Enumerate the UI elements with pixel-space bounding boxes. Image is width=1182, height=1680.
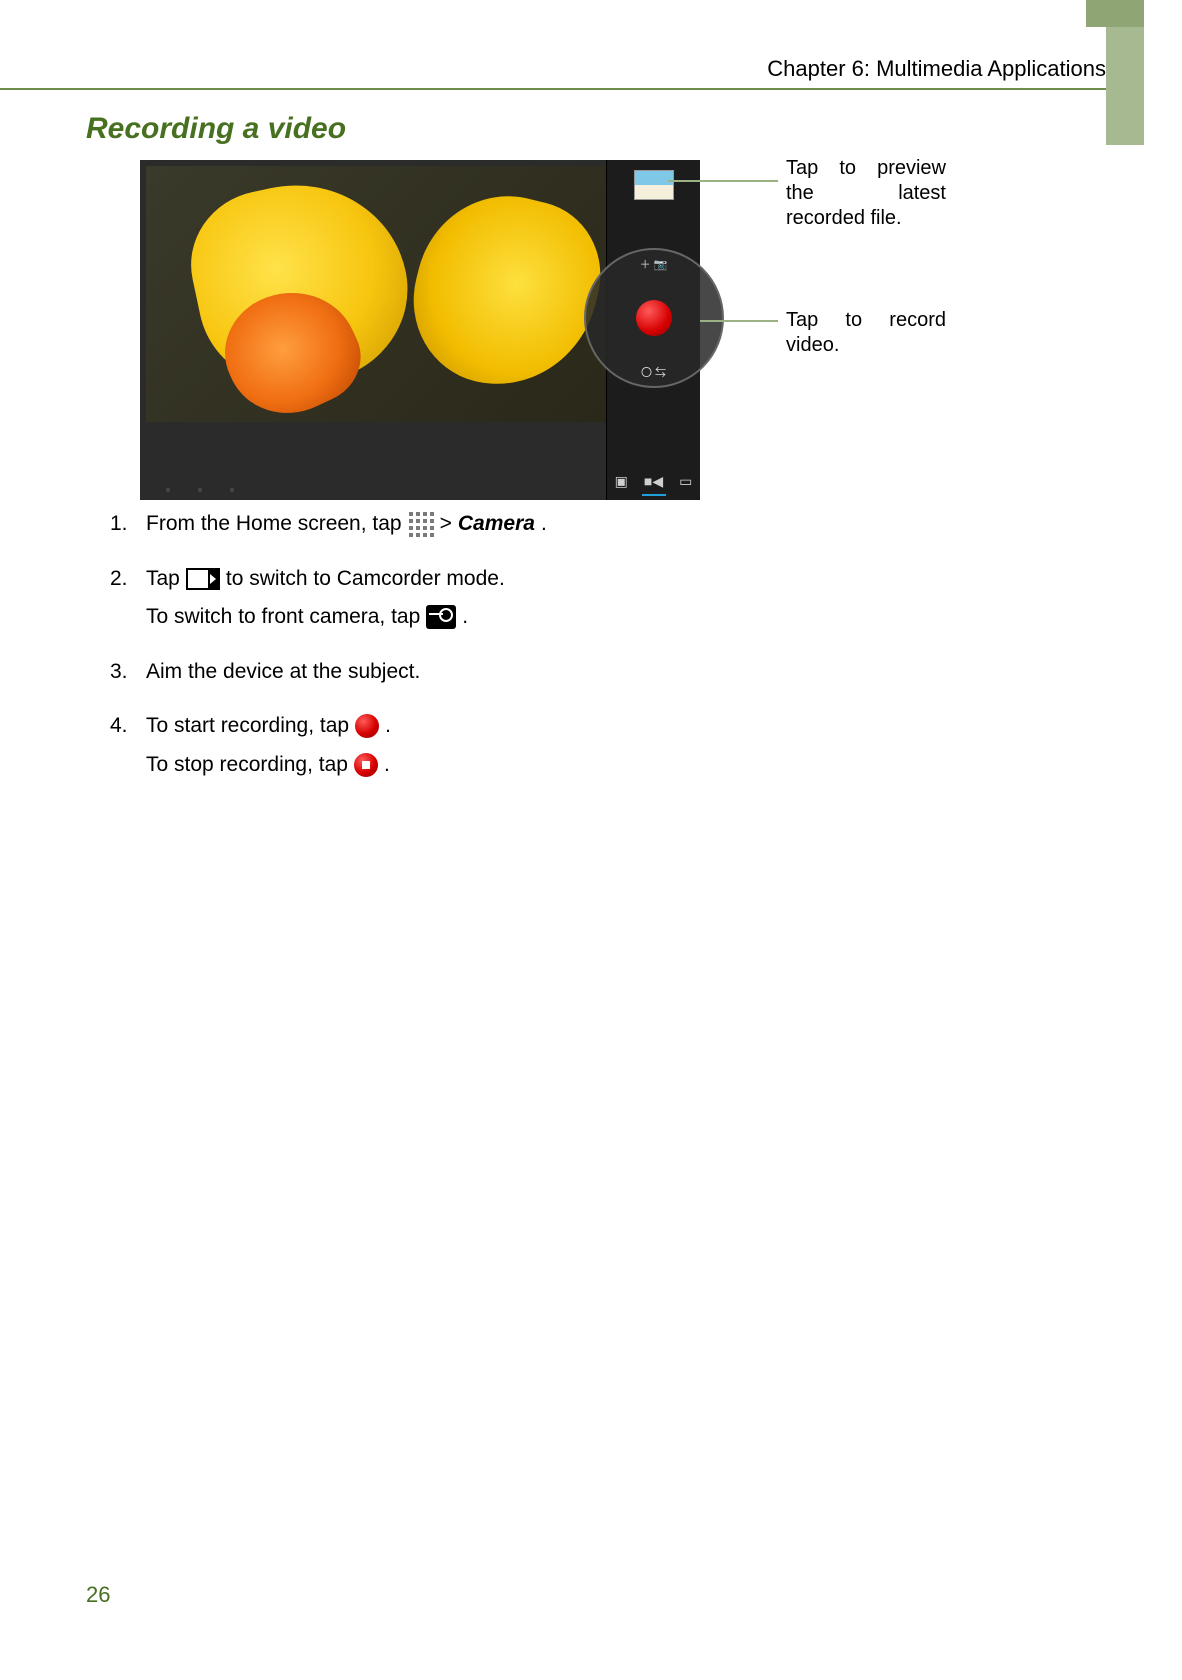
record-button[interactable]	[636, 300, 672, 336]
leaf-shape-2	[396, 177, 606, 405]
step-text: To stop recording, tap	[146, 749, 348, 782]
callout-preview: Tap to preview the latest recorded file.	[786, 156, 946, 231]
phone-screen: ＋ 📷 〇 ⇆ ▣ ■◀ ▭	[140, 160, 700, 500]
step-text: .	[541, 508, 547, 541]
camcorder-screenshot: ＋ 📷 〇 ⇆ ▣ ■◀ ▭	[140, 160, 700, 500]
apps-grid-icon	[408, 511, 434, 537]
step-text: .	[384, 749, 390, 782]
step-number: 2.	[110, 563, 146, 596]
chapter-underline	[0, 88, 1106, 90]
control-dial: ＋ 📷 〇 ⇆	[584, 248, 724, 388]
step-text: >	[440, 508, 452, 541]
callout-line-record	[700, 320, 778, 322]
step-text: Aim the device at the subject.	[146, 656, 420, 689]
viewfinder-preview	[146, 166, 606, 422]
step-number: 4.	[110, 710, 146, 743]
step-text: Tap	[146, 563, 180, 596]
page-side-tab	[1106, 27, 1144, 145]
camera-app-name: Camera	[458, 508, 535, 541]
record-icon	[355, 714, 379, 738]
step-2: 2. Tap to switch to Camcorder mode. To s…	[110, 563, 810, 634]
stop-icon	[354, 753, 378, 777]
switch-camera-icon	[426, 605, 456, 629]
section-title: Recording a video	[86, 112, 346, 146]
callout-line-preview	[668, 180, 778, 182]
step-text: to switch to Camcorder mode.	[226, 563, 505, 596]
camcorder-icon	[186, 568, 220, 590]
step-3: 3. Aim the device at the subject.	[110, 656, 810, 689]
step-text: .	[385, 710, 391, 743]
step-text: From the Home screen, tap	[146, 508, 402, 541]
step-text: To start recording, tap	[146, 710, 349, 743]
step-text: To switch to front camera, tap	[146, 601, 420, 634]
panorama-mode-icon[interactable]: ▭	[679, 473, 692, 490]
step-number: 1.	[110, 508, 146, 541]
instruction-steps: 1. From the Home screen, tap > Camera. 2…	[110, 508, 810, 803]
page-top-tab	[1086, 0, 1144, 27]
mode-row: ▣ ■◀ ▭	[615, 473, 693, 490]
nav-dots	[146, 428, 606, 500]
video-mode-icon[interactable]: ■◀	[644, 473, 663, 490]
active-mode-indicator	[642, 494, 666, 496]
step-1: 1. From the Home screen, tap > Camera.	[110, 508, 810, 541]
preview-thumbnail[interactable]	[634, 170, 674, 200]
page-number: 26	[86, 1582, 110, 1608]
zoom-in-icon[interactable]: ＋ 📷	[640, 256, 668, 272]
camera-mode-icon[interactable]: ▣	[615, 473, 628, 490]
chapter-label: Chapter 6: Multimedia Applications	[767, 56, 1106, 82]
step-number: 3.	[110, 656, 146, 689]
step-4: 4. To start recording, tap . To stop rec…	[110, 710, 810, 781]
zoom-out-icon[interactable]: 〇 ⇆	[641, 364, 666, 380]
camera-side-panel: ＋ 📷 〇 ⇆ ▣ ■◀ ▭	[606, 160, 700, 500]
callout-record: Tap to record video.	[786, 308, 946, 358]
step-text: .	[462, 601, 468, 634]
